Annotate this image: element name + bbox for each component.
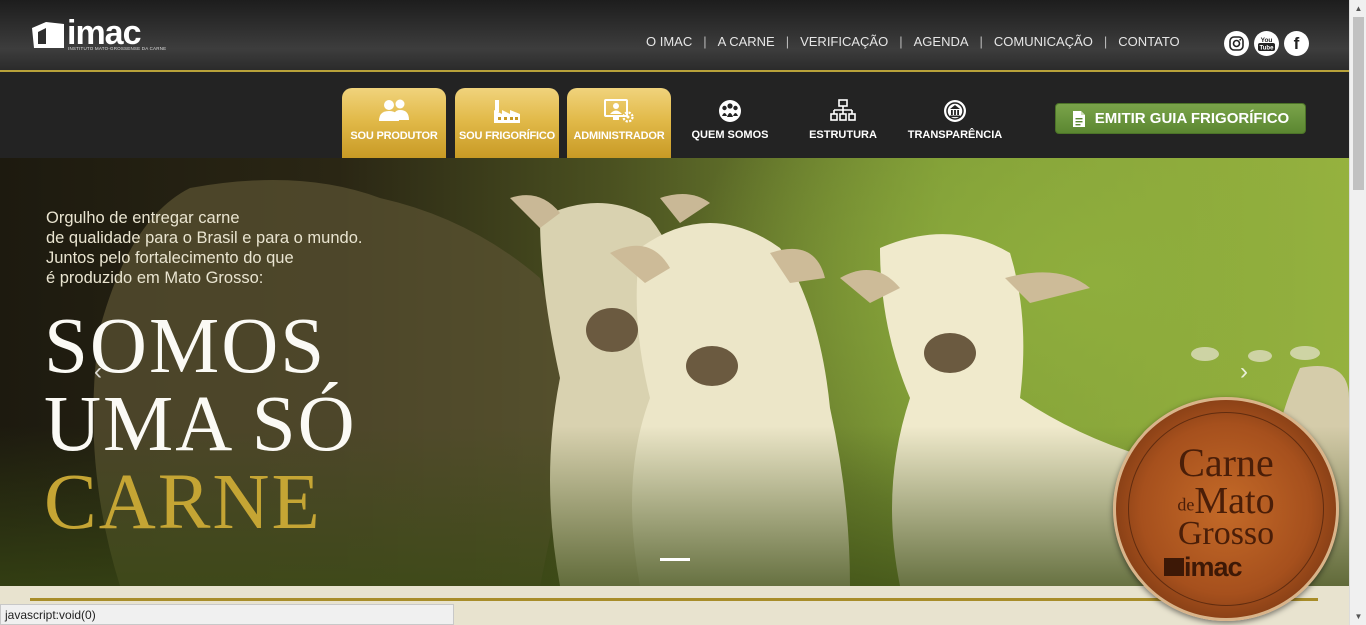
document-icon bbox=[1072, 110, 1085, 127]
top-nav-agenda[interactable]: AGENDA bbox=[914, 34, 969, 49]
users-icon bbox=[342, 98, 446, 124]
tab-sou-produtor[interactable]: SOU PRODUTOR bbox=[342, 88, 446, 158]
social-links: You Tube f bbox=[1224, 31, 1309, 56]
browser-status-bar: javascript:void(0) bbox=[0, 604, 454, 625]
facebook-icon[interactable]: f bbox=[1284, 31, 1309, 56]
tab-label: SOU PRODUTOR bbox=[350, 130, 438, 142]
emitir-label: EMITIR GUIA FRIGORÍFICO bbox=[1094, 110, 1290, 127]
nav-separator: | bbox=[703, 34, 707, 49]
org-chart-icon bbox=[793, 99, 893, 125]
nav-quem-somos[interactable]: QUEM SOMOS bbox=[680, 97, 780, 147]
seal-line-3: Grosso bbox=[1177, 515, 1275, 552]
hero-headline-line-2: UMA SÓ bbox=[44, 381, 357, 468]
svg-text:You: You bbox=[1261, 37, 1273, 44]
logo-tagline: INSTITUTO MATO-GROSSENSE DA CARNE bbox=[68, 46, 167, 51]
nav-separator: | bbox=[979, 34, 983, 49]
hero-tagline: Orgulho de entregar carne de qualidade p… bbox=[46, 209, 363, 287]
logo-mark-icon bbox=[32, 22, 64, 48]
nav-label: TRANSPARÊNCIA bbox=[907, 129, 1003, 141]
hero-headline-line-1: SOMOS bbox=[44, 303, 327, 390]
page-scrollbar[interactable]: ▲ ▼ bbox=[1349, 0, 1366, 625]
tab-sou-frigorifico[interactable]: SOU FRIGORÍFICO bbox=[455, 88, 559, 158]
seal-logo-mark bbox=[1164, 558, 1184, 576]
factory-icon bbox=[455, 98, 559, 124]
building-circle-icon bbox=[905, 99, 1005, 125]
main-nav: SOU PRODUTOR SOU FRIGORÍFICO ADMINISTRAD… bbox=[0, 72, 1349, 158]
nav-transparencia[interactable]: TRANSPARÊNCIA bbox=[905, 97, 1005, 147]
top-nav-o-imac[interactable]: O IMAC bbox=[646, 34, 692, 49]
instagram-icon[interactable] bbox=[1224, 31, 1249, 56]
carousel-indicator[interactable] bbox=[660, 558, 690, 561]
imac-logo[interactable]: imac INSTITUTO MATO-GROSSENSE DA CARNE bbox=[30, 14, 166, 56]
top-nav-contato[interactable]: CONTATO bbox=[1118, 34, 1179, 49]
admin-monitor-icon bbox=[567, 98, 671, 124]
section-divider bbox=[30, 598, 1318, 601]
carne-de-mato-grosso-seal: Carne deMato Grosso imac bbox=[1113, 397, 1339, 621]
seal-brand: imac bbox=[1184, 552, 1243, 582]
scroll-down-icon[interactable]: ▼ bbox=[1350, 608, 1366, 625]
facebook-glyph: f bbox=[1293, 33, 1300, 53]
tab-label: ADMINISTRADOR bbox=[573, 130, 665, 142]
top-bar: imac INSTITUTO MATO-GROSSENSE DA CARNE O… bbox=[0, 0, 1349, 72]
nav-separator: | bbox=[899, 34, 903, 49]
page-viewport: imac INSTITUTO MATO-GROSSENSE DA CARNE O… bbox=[0, 0, 1349, 625]
svg-text:Tube: Tube bbox=[1260, 46, 1275, 52]
nav-estrutura[interactable]: ESTRUTURA bbox=[793, 97, 893, 147]
top-nav-a-carne[interactable]: A CARNE bbox=[718, 34, 775, 49]
carousel-next-arrow-icon[interactable]: › bbox=[1240, 358, 1248, 386]
people-globe-icon bbox=[680, 99, 780, 125]
top-nav: O IMAC | A CARNE | VERIFICAÇÃO | AGENDA … bbox=[646, 34, 1180, 49]
scroll-up-icon[interactable]: ▲ bbox=[1350, 0, 1366, 17]
nav-separator: | bbox=[1103, 34, 1108, 49]
emitir-guia-frigorifico-button[interactable]: EMITIR GUIA FRIGORÍFICO bbox=[1055, 103, 1306, 134]
carousel-prev-arrow-icon[interactable]: ‹ bbox=[94, 358, 102, 386]
top-nav-verificacao[interactable]: VERIFICAÇÃO bbox=[800, 34, 888, 49]
nav-separator: | bbox=[785, 34, 790, 49]
scrollbar-thumb[interactable] bbox=[1353, 17, 1364, 190]
top-nav-comunicacao[interactable]: COMUNICAÇÃO bbox=[994, 34, 1093, 49]
tab-label: SOU FRIGORÍFICO bbox=[458, 130, 555, 142]
hero-headline-line-3: CARNE bbox=[44, 459, 322, 546]
tab-administrador[interactable]: ADMINISTRADOR bbox=[567, 88, 671, 158]
seal-line-1: Carne bbox=[1178, 440, 1274, 485]
youtube-icon[interactable]: You Tube bbox=[1254, 31, 1279, 56]
